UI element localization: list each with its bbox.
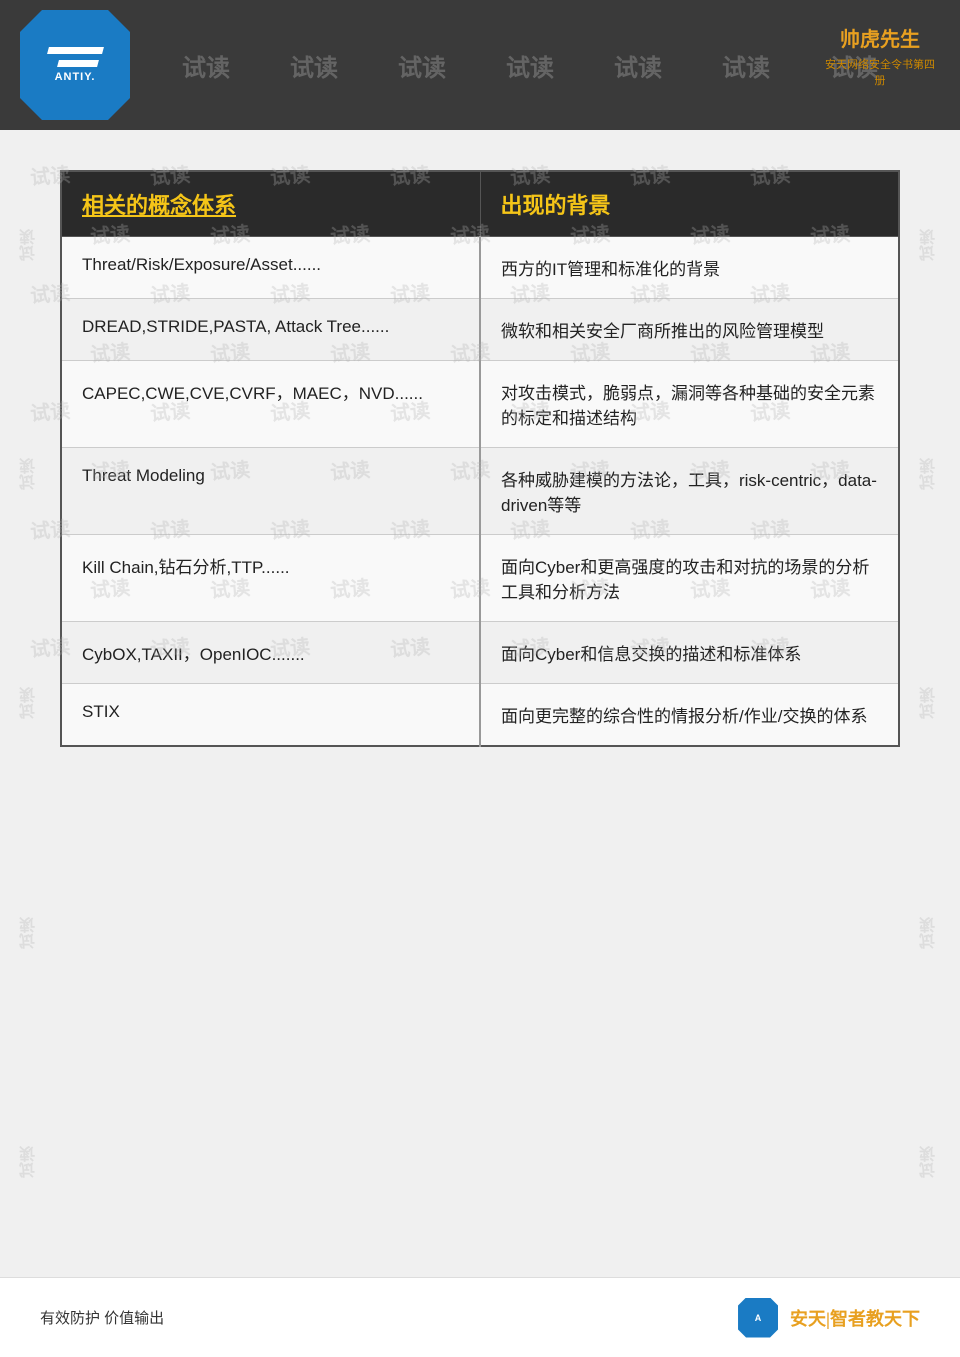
table-cell-col1: STIX	[61, 684, 480, 747]
right-wm-4: 试读	[918, 917, 942, 949]
table-cell-col1: Threat Modeling	[61, 448, 480, 535]
header-watermarks: 试读 试读 试读 试读 试读 试读 试读	[0, 0, 960, 130]
logo: ANTIY.	[20, 10, 130, 120]
table-header-row: 相关的概念体系 出现的背景	[61, 171, 899, 237]
footer-brand-main: 安天|智者教天下	[790, 1305, 920, 1331]
logo-line-2	[57, 60, 99, 67]
footer-logo-antiy: A	[755, 1313, 762, 1323]
table-row: STIX面向更完整的综合性的情报分析/作业/交换的体系	[61, 684, 899, 747]
table-cell-col2: 面向更完整的综合性的情报分析/作业/交换的体系	[480, 684, 899, 747]
table-cell-col1: CAPEC,CWE,CVE,CVRF，MAEC，NVD......	[61, 361, 480, 448]
table-cell-col2: 各种威胁建模的方法论，工具，risk-centric，data-driven等等	[480, 448, 899, 535]
logo-lines	[48, 47, 103, 67]
wm-6: 试读	[722, 48, 770, 83]
wm-5: 试读	[614, 48, 662, 83]
table-row: CybOX,TAXII，OpenIOC.......面向Cyber和信息交换的描…	[61, 622, 899, 684]
col2-header: 出现的背景	[480, 171, 899, 237]
side-wm-4: 试读	[18, 917, 42, 949]
wm-4: 试读	[506, 48, 554, 83]
footer-logo-hex: A	[738, 1298, 778, 1338]
col1-header: 相关的概念体系	[61, 171, 480, 237]
main-content: 相关的概念体系 出现的背景 Threat/Risk/Exposure/Asset…	[0, 130, 960, 767]
wm-3: 试读	[398, 48, 446, 83]
brand-name: 帅虎先生	[840, 23, 920, 52]
wm-2: 试读	[290, 48, 338, 83]
table-row: Threat/Risk/Exposure/Asset......西方的IT管理和…	[61, 237, 899, 299]
logo-text: ANTIY.	[55, 71, 96, 83]
table-row: Kill Chain,钻石分析,TTP......面向Cyber和更高强度的攻击…	[61, 535, 899, 622]
table-cell-col1: DREAD,STRIDE,PASTA, Attack Tree......	[61, 299, 480, 361]
header: ANTIY. 试读 试读 试读 试读 试读 试读 试读 帅虎先生 安天网络安全令…	[0, 0, 960, 130]
brand-sub: 安天网络安全令书第四册	[820, 56, 940, 88]
table-row: Threat Modeling各种威胁建模的方法论，工具，risk-centri…	[61, 448, 899, 535]
table-cell-col2: 西方的IT管理和标准化的背景	[480, 237, 899, 299]
table-cell-col2: 对攻击模式，脆弱点，漏洞等各种基础的安全元素的标定和描述结构	[480, 361, 899, 448]
footer-brand: 安天|智者教天下	[790, 1305, 920, 1331]
table-row: DREAD,STRIDE,PASTA, Attack Tree......微软和…	[61, 299, 899, 361]
table-cell-col1: Kill Chain,钻石分析,TTP......	[61, 535, 480, 622]
table-cell-col1: Threat/Risk/Exposure/Asset......	[61, 237, 480, 299]
table-cell-col2: 微软和相关安全厂商所推出的风险管理模型	[480, 299, 899, 361]
content-table: 相关的概念体系 出现的背景 Threat/Risk/Exposure/Asset…	[60, 170, 900, 747]
table-cell-col2: 面向Cyber和信息交换的描述和标准体系	[480, 622, 899, 684]
side-wm-5: 试读	[18, 1146, 42, 1178]
table-row: CAPEC,CWE,CVE,CVRF，MAEC，NVD......对攻击模式，脆…	[61, 361, 899, 448]
table-cell-col2: 面向Cyber和更高强度的攻击和对抗的场景的分析工具和分析方法	[480, 535, 899, 622]
wm-1: 试读	[182, 48, 230, 83]
footer-logo-box: A	[738, 1298, 784, 1338]
right-wm-5: 试读	[918, 1146, 942, 1178]
footer-left-text: 有效防护 价值输出	[40, 1307, 164, 1328]
footer-right: A 安天|智者教天下	[738, 1298, 920, 1338]
header-right-logo: 帅虎先生 安天网络安全令书第四册	[820, 10, 940, 100]
table-cell-col1: CybOX,TAXII，OpenIOC.......	[61, 622, 480, 684]
footer: 有效防护 价值输出 A 安天|智者教天下	[0, 1277, 960, 1357]
logo-line-1	[47, 47, 104, 54]
